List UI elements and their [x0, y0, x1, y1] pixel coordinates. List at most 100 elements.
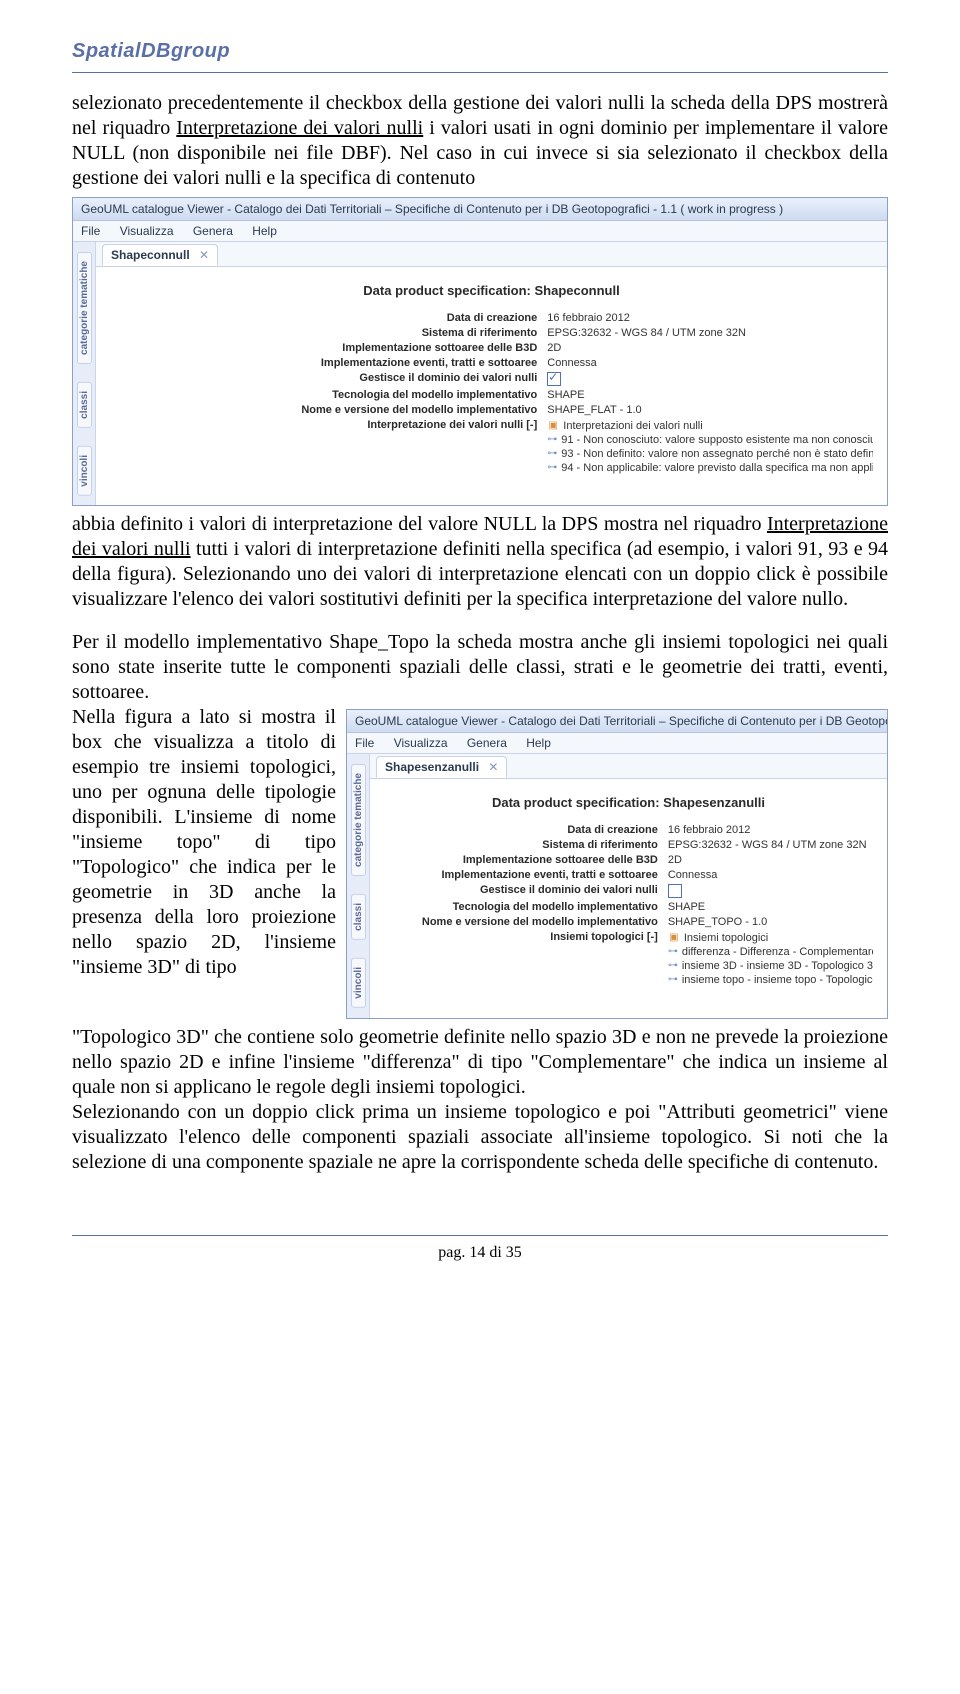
node-icon: ⊶ [668, 974, 678, 985]
para1-link: Interpretazione dei valori nulli [176, 117, 423, 139]
kv-label: Data di creazione [384, 824, 668, 836]
app2-tabs-row: Shapesenzanulli ✕ [370, 754, 887, 779]
table-row: Tecnologia del modello implementativoSHA… [384, 901, 873, 913]
sidetab-categorie[interactable]: categorie tematiche [351, 764, 366, 876]
tree-item[interactable]: ⊶ insieme topo - insieme topo - Topologic… [668, 973, 873, 987]
kv-value: 16 febbraio 2012 [547, 312, 873, 324]
app-screenshot-1: GeoUML catalogue Viewer - Catalogo dei D… [72, 197, 888, 506]
table-row: Nome e versione del modello implementati… [110, 404, 873, 416]
menu-genera[interactable]: Genera [193, 224, 233, 238]
kv-label: Gestisce il dominio dei valori nulli [384, 884, 668, 898]
table-row: Gestisce il dominio dei valori nulli [110, 372, 873, 386]
footer-separator [72, 1235, 888, 1236]
node-icon: ⊶ [668, 960, 678, 971]
kv-label: Implementazione sottoaree delle B3D [384, 854, 668, 866]
folder-icon: ▣ [547, 420, 559, 431]
kv-value: EPSG:32632 - WGS 84 / UTM zone 32N [547, 327, 873, 339]
app1-heading: Data product specification: Shapeconnull [110, 283, 873, 298]
app2-open-tab[interactable]: Shapesenzanulli ✕ [376, 756, 507, 778]
tree-root[interactable]: ▣ Insiemi topologici [668, 931, 873, 945]
tree-item-text: insieme 3D - insieme 3D - Topologico 3D [682, 960, 873, 972]
tree-item-text: differenza - Differenza - Complementare [682, 946, 873, 958]
kv-label: Tecnologia del modello implementativo [110, 389, 547, 401]
table-row: Implementazione sottoaree delle B3D2D [384, 854, 873, 866]
table-row: Implementazione eventi, tratti e sottoar… [110, 357, 873, 369]
menu-visualizza[interactable]: Visualizza [120, 224, 174, 238]
kv-label: Nome e versione del modello implementati… [384, 916, 668, 928]
app2-heading: Data product specification: Shapesenzanu… [384, 795, 873, 810]
menu-genera[interactable]: Genera [467, 736, 507, 750]
table-row: Insiemi topologici [-] ▣Insiemi topologi… [384, 931, 873, 987]
tree-item-text: 91 - Non conosciuto: valore supposto esi… [561, 434, 873, 446]
checkbox-icon[interactable] [668, 884, 682, 898]
folder-icon: ▣ [668, 932, 680, 943]
app1-menubar: File Visualizza Genera Help [73, 221, 887, 242]
tree-item-text: 93 - Non definito: valore non assegnato … [561, 448, 873, 460]
kv-label: Implementazione eventi, tratti e sottoar… [110, 357, 547, 369]
tree-root-label: Insiemi topologici [684, 932, 768, 944]
tree-item-text: 94 - Non applicabile: valore previsto da… [561, 462, 873, 474]
node-icon: ⊶ [668, 946, 678, 957]
checkbox-icon[interactable] [547, 372, 561, 386]
sidetab-vincoli[interactable]: vincoli [77, 446, 92, 496]
close-icon[interactable]: ✕ [488, 760, 498, 774]
app1-titlebar: GeoUML catalogue Viewer - Catalogo dei D… [73, 198, 887, 221]
paragraph-2: abbia definito i valori di interpretazio… [72, 512, 888, 612]
node-icon: ⊶ [547, 434, 557, 445]
menu-file[interactable]: File [81, 224, 100, 238]
kv-label: Implementazione sottoaree delle B3D [110, 342, 547, 354]
app1-side-tabs: categorie tematiche classi vincoli [73, 242, 96, 505]
app2-tab-label: Shapesenzanulli [385, 760, 479, 774]
node-icon: ⊶ [547, 462, 557, 473]
app2-side-tabs: categorie tematiche classi vincoli [347, 754, 370, 1017]
app-screenshot-2: GeoUML catalogue Viewer - Catalogo dei D… [346, 709, 888, 1018]
kv-label: Data di creazione [110, 312, 547, 324]
tree-item[interactable]: ⊶ 93 - Non definito: valore non assegnato… [547, 447, 873, 461]
kv-value: Connessa [668, 869, 873, 881]
app1-open-tab[interactable]: Shapeconnull ✕ [102, 244, 218, 266]
kv-value: 16 febbraio 2012 [668, 824, 873, 836]
kv-value: Connessa [547, 357, 873, 369]
tree-root[interactable]: ▣ Interpretazioni dei valori nulli [547, 419, 873, 433]
sidetab-categorie[interactable]: categorie tematiche [77, 252, 92, 364]
app2-menubar: File Visualizza Genera Help [347, 733, 887, 754]
kv-value: 2D [547, 342, 873, 354]
tree-item[interactable]: ⊶ differenza - Differenza - Complementare [668, 945, 873, 959]
kv-value: SHAPE_TOPO - 1.0 [668, 916, 873, 928]
table-row: Tecnologia del modello implementativoSHA… [110, 389, 873, 401]
kv-label: Tecnologia del modello implementativo [384, 901, 668, 913]
tree-item-text: insieme topo - insieme topo - Topologico [682, 974, 873, 986]
kv-label: Interpretazione dei valori nulli [-] [110, 419, 547, 475]
table-row: Implementazione eventi, tratti e sottoar… [384, 869, 873, 881]
paragraph-5: Selezionando con un doppio click prima u… [72, 1100, 888, 1175]
menu-help[interactable]: Help [252, 224, 277, 238]
table-row: Data di creazione16 febbraio 2012 [384, 824, 873, 836]
menu-visualizza[interactable]: Visualizza [394, 736, 448, 750]
sidetab-classi[interactable]: classi [77, 382, 92, 428]
menu-file[interactable]: File [355, 736, 374, 750]
kv-label: Implementazione eventi, tratti e sottoar… [384, 869, 668, 881]
kv-label: Sistema di riferimento [384, 839, 668, 851]
page-number: pag. 14 di 35 [72, 1244, 888, 1262]
kv-value: SHAPE_FLAT - 1.0 [547, 404, 873, 416]
node-icon: ⊶ [547, 448, 557, 459]
table-row: Data di creazione16 febbraio 2012 [110, 312, 873, 324]
tree-item[interactable]: ⊶ 94 - Non applicabile: valore previsto d… [547, 461, 873, 475]
tree-item[interactable]: ⊶ insieme 3D - insieme 3D - Topologico 3D [668, 959, 873, 973]
sidetab-classi[interactable]: classi [351, 894, 366, 940]
close-icon[interactable]: ✕ [199, 248, 209, 262]
table-row: Nome e versione del modello implementati… [384, 916, 873, 928]
tree-root-label: Interpretazioni dei valori nulli [563, 420, 702, 432]
menu-help[interactable]: Help [526, 736, 551, 750]
paragraph-4b: "Topologico 3D" che contiene solo geomet… [72, 1025, 888, 1100]
brand-logo: SpatialDBgroup [72, 40, 240, 63]
paragraph-3: Per il modello implementativo Shape_Topo… [72, 630, 888, 705]
para2-a: abbia definito i valori di interpretazio… [72, 513, 767, 535]
kv-value: EPSG:32632 - WGS 84 / UTM zone 32N [668, 839, 873, 851]
kv-label: Sistema di riferimento [110, 327, 547, 339]
sidetab-vincoli[interactable]: vincoli [351, 958, 366, 1008]
tree-item[interactable]: ⊶ 91 - Non conosciuto: valore supposto es… [547, 433, 873, 447]
table-row: Sistema di riferimentoEPSG:32632 - WGS 8… [110, 327, 873, 339]
table-row: Sistema di riferimentoEPSG:32632 - WGS 8… [384, 839, 873, 851]
app1-tabs-row: Shapeconnull ✕ [96, 242, 887, 267]
